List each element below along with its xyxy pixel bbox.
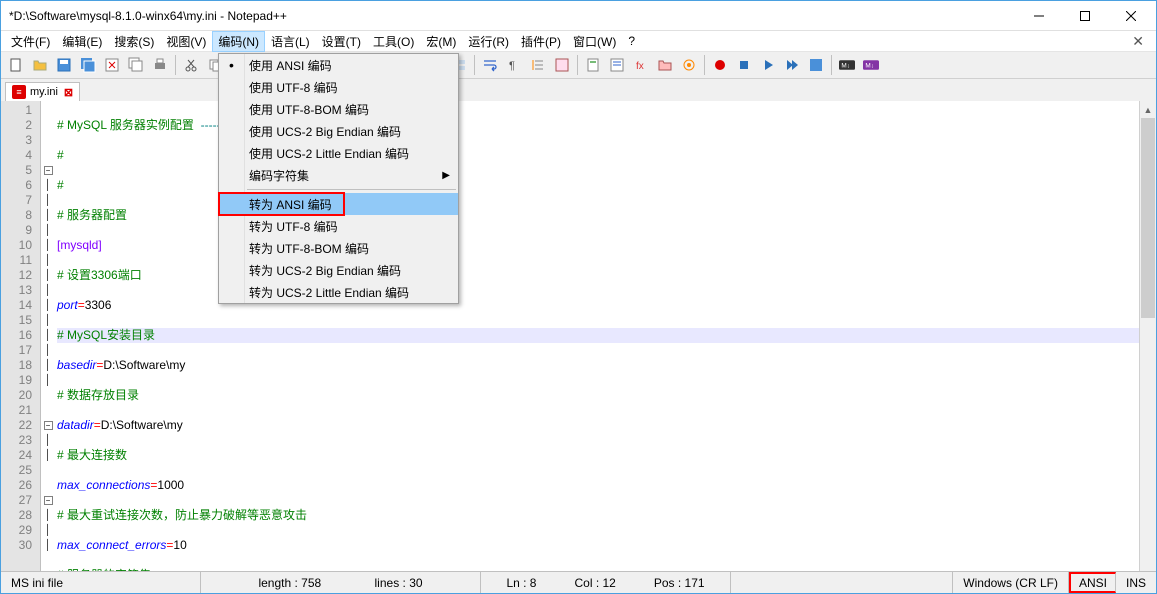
close-all-icon[interactable] [125, 54, 147, 76]
file-dirty-icon: ≡ [12, 85, 26, 99]
indent-guide-icon[interactable] [527, 54, 549, 76]
menu-charset[interactable]: 编码字符集▶ [219, 164, 458, 186]
window-title: *D:\Software\mysql-8.1.0-winx64\my.ini -… [9, 9, 1016, 23]
toolbar-separator [704, 55, 705, 75]
doc-list-icon[interactable] [606, 54, 628, 76]
menu-macro[interactable]: 宏(M) [420, 31, 462, 52]
menu-language[interactable]: 语言(L) [265, 31, 316, 52]
lang-icon[interactable] [551, 54, 573, 76]
menu-plugins[interactable]: 插件(P) [515, 31, 567, 52]
menu-edit[interactable]: 编辑(E) [56, 31, 108, 52]
close-button[interactable] [1108, 1, 1154, 31]
menu-use-ansi[interactable]: •使用 ANSI 编码 [219, 54, 458, 76]
open-file-icon[interactable] [29, 54, 51, 76]
menu-use-ucs2be[interactable]: 使用 UCS-2 Big Endian 编码 [219, 120, 458, 142]
function-list-icon[interactable]: fx [630, 54, 652, 76]
save-icon[interactable] [53, 54, 75, 76]
close-file-icon[interactable] [101, 54, 123, 76]
menu-search[interactable]: 搜索(S) [108, 31, 160, 52]
menu-to-utf8[interactable]: 转为 UTF-8 编码 [219, 215, 458, 237]
wordwrap-icon[interactable] [479, 54, 501, 76]
stop-icon[interactable] [733, 54, 755, 76]
fold-toggle[interactable]: − [44, 166, 53, 175]
chevron-right-icon: ▶ [442, 170, 450, 181]
editor-area: 12345 678910 1112131415 1617181920 21222… [1, 101, 1156, 590]
menu-use-utf8bom[interactable]: 使用 UTF-8-BOM 编码 [219, 98, 458, 120]
toolbar: ¶ fx M↓ M↓ [1, 52, 1156, 79]
menu-settings[interactable]: 设置(T) [316, 31, 367, 52]
toolbar-separator [175, 55, 176, 75]
new-file-icon[interactable] [5, 54, 27, 76]
status-eol[interactable]: Windows (CR LF) [953, 572, 1069, 593]
status-filetype: MS ini file [1, 572, 201, 593]
menu-view[interactable]: 视图(V) [160, 31, 212, 52]
menu-bar: 文件(F) 编辑(E) 搜索(S) 视图(V) 编码(N) 语言(L) 设置(T… [1, 31, 1156, 52]
tab-myini[interactable]: ≡ my.ini ⊠ [5, 82, 80, 101]
play-icon[interactable] [757, 54, 779, 76]
svg-text:fx: fx [636, 61, 644, 72]
status-caret: Ln : 8 Col : 12 Pos : 171 [481, 572, 731, 593]
scrollbar-thumb[interactable] [1141, 118, 1155, 318]
fold-column: − │││││ │││││ ││││ − ││ − │││ [41, 101, 55, 590]
close-doc-button[interactable]: ✕ [1124, 33, 1152, 50]
show-all-chars-icon[interactable]: ¶ [503, 54, 525, 76]
md-badge2-icon[interactable]: M↓ [860, 54, 882, 76]
folder-pane-icon[interactable] [654, 54, 676, 76]
menu-separator [247, 189, 456, 190]
cut-icon[interactable] [180, 54, 202, 76]
line-number-gutter: 12345 678910 1112131415 1617181920 21222… [1, 101, 41, 590]
toolbar-separator [577, 55, 578, 75]
fold-toggle[interactable]: − [44, 496, 53, 505]
maximize-button[interactable] [1062, 1, 1108, 31]
window-buttons [1016, 1, 1154, 31]
toolbar-separator [474, 55, 475, 75]
tab-close-icon[interactable]: ⊠ [64, 86, 73, 99]
fold-toggle[interactable]: − [44, 421, 53, 430]
menu-help[interactable]: ? [622, 32, 641, 50]
status-bar: MS ini file length : 758 lines : 30 Ln :… [1, 571, 1156, 593]
menu-to-utf8bom[interactable]: 转为 UTF-8-BOM 编码 [219, 237, 458, 259]
svg-text:M↓: M↓ [865, 62, 874, 69]
menu-run[interactable]: 运行(R) [462, 31, 515, 52]
tab-label: my.ini [30, 86, 58, 98]
doc-map-icon[interactable] [582, 54, 604, 76]
scroll-up-icon[interactable]: ▲ [1140, 101, 1156, 118]
menu-to-ucs2le[interactable]: 转为 UCS-2 Little Endian 编码 [219, 281, 458, 303]
menu-to-ucs2be[interactable]: 转为 UCS-2 Big Endian 编码 [219, 259, 458, 281]
menu-file[interactable]: 文件(F) [5, 31, 56, 52]
encoding-dropdown: •使用 ANSI 编码 使用 UTF-8 编码 使用 UTF-8-BOM 编码 … [218, 53, 459, 304]
status-encoding[interactable]: ANSI [1069, 572, 1116, 593]
svg-text:M↓: M↓ [841, 62, 850, 69]
status-ins[interactable]: INS [1116, 572, 1156, 593]
md-badge-icon[interactable]: M↓ [836, 54, 858, 76]
menu-window[interactable]: 窗口(W) [567, 31, 622, 52]
vertical-scrollbar[interactable]: ▲ ▼ [1139, 101, 1156, 590]
menu-use-utf8[interactable]: 使用 UTF-8 编码 [219, 76, 458, 98]
monitoring-icon[interactable] [678, 54, 700, 76]
tab-bar: ≡ my.ini ⊠ [1, 79, 1156, 101]
menu-tools[interactable]: 工具(O) [367, 31, 420, 52]
play-multi-icon[interactable] [781, 54, 803, 76]
save-all-icon[interactable] [77, 54, 99, 76]
menu-to-ansi[interactable]: 转为 ANSI 编码 [219, 193, 458, 215]
save-macro-icon[interactable] [805, 54, 827, 76]
title-bar: *D:\Software\mysql-8.1.0-winx64\my.ini -… [1, 1, 1156, 31]
minimize-button[interactable] [1016, 1, 1062, 31]
toolbar-separator [831, 55, 832, 75]
menu-encoding[interactable]: 编码(N) [212, 31, 265, 52]
record-icon[interactable] [709, 54, 731, 76]
svg-text:¶: ¶ [509, 60, 515, 72]
print-icon[interactable] [149, 54, 171, 76]
status-length: length : 758 lines : 30 [201, 572, 481, 593]
menu-use-ucs2le[interactable]: 使用 UCS-2 Little Endian 编码 [219, 142, 458, 164]
